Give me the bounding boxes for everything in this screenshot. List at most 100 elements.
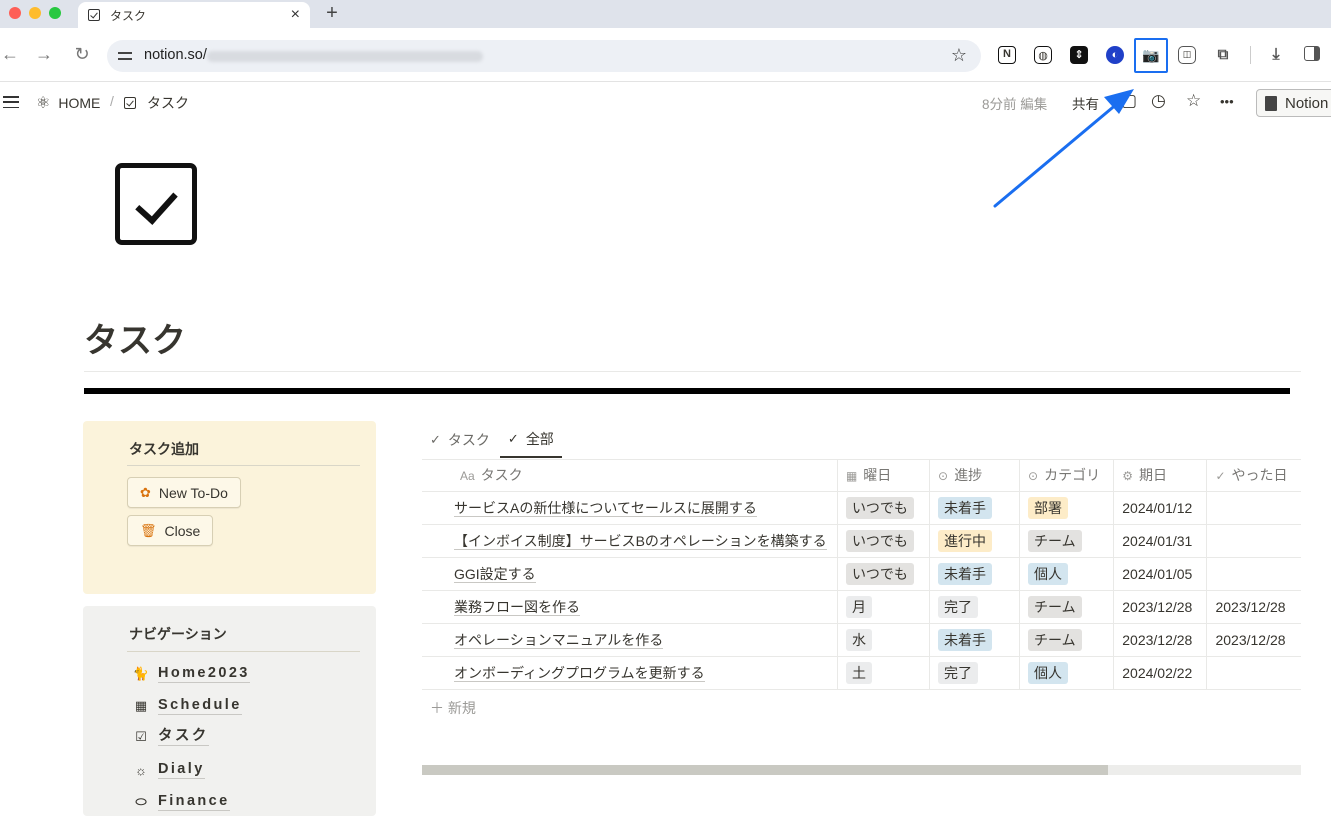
done-date-cell[interactable] [1206, 491, 1301, 525]
day-tag-cell[interactable]: いつでも [837, 491, 931, 525]
done-date: 2023/12/28 [1215, 631, 1286, 648]
site-settings-icon[interactable] [118, 49, 132, 63]
table-row[interactable]: 業務フロー図を作る 月 完了 チーム 2023/12/28 2023/12/28 [422, 590, 1301, 624]
maximize-window-button[interactable] [49, 7, 61, 19]
status-tag-cell[interactable]: 未着手 [929, 491, 1021, 525]
share-button[interactable]: 共有 [1072, 93, 1099, 113]
page-checkbox-icon[interactable] [115, 163, 197, 245]
table-row[interactable]: サービスAの新仕様についてセールスに展開する いつでも 未着手 部署 2024/01/1… [422, 491, 1301, 525]
category-tag-cell[interactable]: チーム [1019, 590, 1115, 624]
extension-icon[interactable]: ◫ [1178, 46, 1196, 64]
column-header-day[interactable]: ▦ 曜日 [837, 459, 931, 492]
table-row[interactable]: オンボーディングプログラムを更新する 土 完了 個人 2024/02/22 [422, 656, 1301, 690]
more-options-icon[interactable]: ••• [1220, 94, 1234, 109]
extension-icon[interactable]: ◍ [1034, 46, 1052, 64]
category-tag: 個人 [1028, 562, 1069, 585]
category-tag: 個人 [1028, 661, 1069, 684]
view-tab-task[interactable]: ✓ タスク [422, 422, 498, 458]
nav-item-dialy[interactable]: ☼ Dialy [132, 761, 205, 779]
category-tag-cell[interactable]: 個人 [1019, 557, 1115, 591]
category-tag-cell[interactable]: 部署 [1019, 491, 1115, 525]
new-row-button[interactable]: ＋ 新規 [430, 698, 476, 718]
address-bar[interactable]: notion.so/ ☆ [107, 40, 981, 72]
table-row[interactable]: オペレーションマニュアルを作る 水 未着手 チーム 2023/12/28 2023/12/… [422, 623, 1301, 657]
bookmark-star-icon[interactable]: ☆ [951, 45, 967, 66]
reload-button[interactable]: ↻ [72, 44, 92, 65]
favorite-star-icon[interactable]: ☆ [1186, 91, 1201, 111]
day-tag-cell[interactable]: いつでも [837, 524, 931, 558]
view-tab-all[interactable]: ✓ 全部 [499, 422, 562, 458]
day-tag-cell[interactable]: いつでも [837, 557, 931, 591]
history-icon[interactable]: ◷ [1151, 91, 1166, 111]
column-header-status[interactable]: ⊙ 進捗 [929, 459, 1021, 492]
extension-icon[interactable]: ⇕ [1070, 46, 1088, 64]
comment-icon[interactable]: ▢ [1121, 91, 1137, 111]
done-date-cell[interactable] [1206, 524, 1301, 558]
nav-item-home2023[interactable]: 🐈 Home2023 [132, 665, 250, 683]
due-date-cell[interactable]: 2024/01/31 [1113, 524, 1208, 558]
breadcrumb-home[interactable]: ⚛ HOME [36, 93, 100, 113]
task-title-cell[interactable]: オンボーディングプログラムを更新する [422, 656, 838, 690]
extension-icon[interactable]: ◐ [1106, 46, 1124, 64]
column-header-category[interactable]: ⊙ カテゴリ [1019, 459, 1115, 492]
puzzle-icon[interactable]: ⧉ [1214, 46, 1232, 64]
task-title-cell[interactable]: オペレーションマニュアルを作る [422, 623, 838, 657]
status-tag-cell[interactable]: 完了 [929, 590, 1021, 624]
close-icon[interactable]: × [291, 6, 300, 24]
close-button[interactable]: 🗑 Close [127, 515, 214, 546]
status-tag-cell[interactable]: 進行中 [929, 524, 1021, 558]
breadcrumb-separator: / [110, 93, 114, 109]
column-header-task[interactable]: Aa タスク [422, 459, 838, 492]
notion-extension-icon[interactable]: N [998, 46, 1016, 64]
task-title-cell[interactable]: 業務フロー図を作る [422, 590, 838, 624]
category-tag-cell[interactable]: 個人 [1019, 656, 1115, 690]
download-icon[interactable]: ⤓ [1267, 46, 1285, 64]
new-tab-button[interactable]: + [322, 2, 342, 25]
open-in-notion-button[interactable]: Notion [1256, 89, 1331, 117]
status-tag-cell[interactable]: 完了 [929, 656, 1021, 690]
day-tag: いつでも [845, 496, 914, 519]
breadcrumb-label: タスク [147, 95, 189, 111]
close-window-button[interactable] [9, 7, 21, 19]
category-tag-cell[interactable]: チーム [1019, 623, 1115, 657]
table-row[interactable]: 【インボイス制度】サービスBのオペレーションを構築する いつでも 進行中 チーム 202… [422, 524, 1301, 558]
horizontal-scrollbar[interactable] [422, 765, 1301, 775]
flower-icon: ✿ [140, 484, 151, 500]
forward-button[interactable]: → [34, 44, 54, 65]
scrollbar-thumb[interactable] [422, 765, 1108, 775]
browser-tab[interactable]: タスク × [78, 2, 310, 28]
side-panel-icon[interactable] [1304, 46, 1320, 61]
nav-item-finance[interactable]: ⬭ Finance [132, 793, 230, 811]
nav-item-schedule[interactable]: ▦ Schedule [132, 697, 242, 715]
nav-item-task[interactable]: ☑ タスク [132, 728, 209, 746]
task-title-cell[interactable]: 【インボイス制度】サービスBのオペレーションを構築する [422, 524, 838, 558]
new-todo-button[interactable]: ✿ New To-Do [127, 477, 241, 508]
back-button[interactable]: ← [0, 44, 20, 65]
day-tag: いつでも [845, 529, 914, 552]
status-tag: 完了 [938, 595, 979, 618]
done-date-cell[interactable]: 2023/12/28 [1206, 623, 1301, 657]
due-date-cell[interactable]: 2024/01/05 [1113, 557, 1208, 591]
category-tag-cell[interactable]: チーム [1019, 524, 1115, 558]
day-tag-cell[interactable]: 月 [837, 590, 931, 624]
due-date-cell[interactable]: 2023/12/28 [1113, 590, 1208, 624]
due-date-cell[interactable]: 2024/01/12 [1113, 491, 1208, 525]
task-title-cell[interactable]: サービスAの新仕様についてセールスに展開する [422, 491, 838, 525]
due-date-cell[interactable]: 2024/02/22 [1113, 656, 1208, 690]
task-title-cell[interactable]: GGI設定する [422, 557, 838, 591]
done-date-cell[interactable] [1206, 656, 1301, 690]
table-row[interactable]: GGI設定する いつでも 未着手 個人 2024/01/05 [422, 557, 1301, 591]
status-tag-cell[interactable]: 未着手 [929, 557, 1021, 591]
minimize-window-button[interactable] [29, 7, 41, 19]
column-header-done[interactable]: ✓ やった日 [1206, 459, 1301, 492]
menu-icon[interactable] [3, 96, 19, 109]
done-date-cell[interactable] [1206, 557, 1301, 591]
day-tag-cell[interactable]: 水 [837, 623, 931, 657]
day-tag-cell[interactable]: 土 [837, 656, 931, 690]
column-header-due[interactable]: ⚙ 期日 [1113, 459, 1208, 492]
done-date-cell[interactable]: 2023/12/28 [1206, 590, 1301, 624]
page-title[interactable]: タスク [84, 313, 186, 362]
breadcrumb-task[interactable]: タスク [124, 93, 189, 113]
due-date-cell[interactable]: 2023/12/28 [1113, 623, 1208, 657]
status-tag-cell[interactable]: 未着手 [929, 623, 1021, 657]
